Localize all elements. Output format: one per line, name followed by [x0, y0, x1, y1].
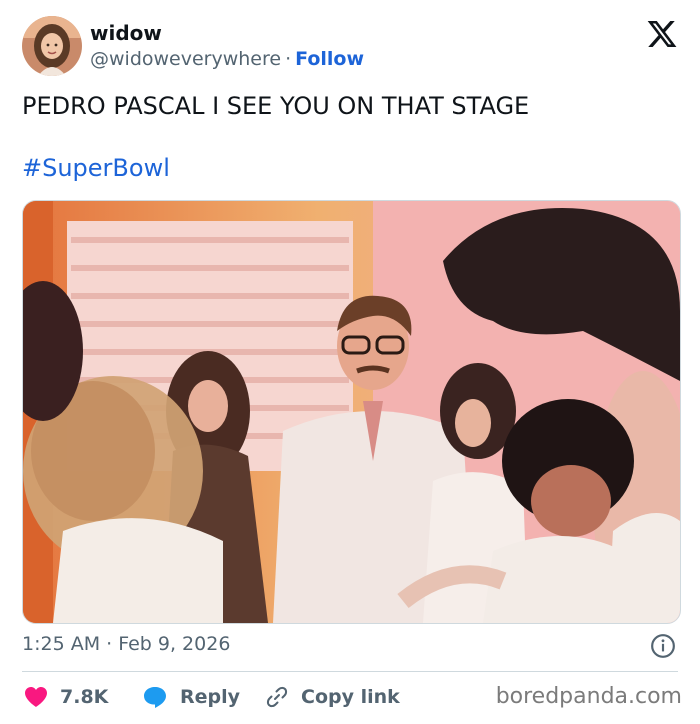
tweet-timestamp[interactable]: 1:25 AM · Feb 9, 2026 — [22, 633, 230, 655]
copy-link-label: Copy link — [301, 686, 400, 708]
watermark: boredpanda.com — [495, 684, 682, 709]
author-avatar[interactable] — [22, 16, 82, 76]
tweet-media-image[interactable] — [22, 200, 681, 624]
avatar-image — [22, 16, 82, 76]
author-name[interactable]: widow — [90, 21, 162, 45]
author-handle[interactable]: @widoweverywhere — [90, 48, 281, 70]
link-icon — [266, 686, 288, 708]
copy-link-button[interactable]: Copy link — [265, 683, 400, 711]
x-logo-icon[interactable] — [646, 18, 678, 50]
media-scene — [23, 201, 680, 623]
speech-bubble-icon — [144, 687, 166, 708]
divider — [22, 671, 678, 672]
hashtag-link[interactable]: #SuperBowl — [22, 154, 170, 182]
like-button[interactable]: 7.8K — [24, 683, 108, 711]
heart-icon — [25, 687, 47, 707]
info-icon[interactable] — [650, 633, 676, 659]
tweet-text: PEDRO PASCAL I SEE YOU ON THAT STAGE — [22, 92, 530, 120]
author-handle-row: @widoweverywhere · Follow — [90, 48, 364, 70]
follow-button[interactable]: Follow — [295, 48, 364, 70]
handle-separator: · — [285, 48, 292, 70]
likes-count: 7.8K — [60, 686, 109, 708]
reply-label: Reply — [180, 686, 241, 708]
reply-button[interactable]: Reply — [142, 683, 240, 711]
